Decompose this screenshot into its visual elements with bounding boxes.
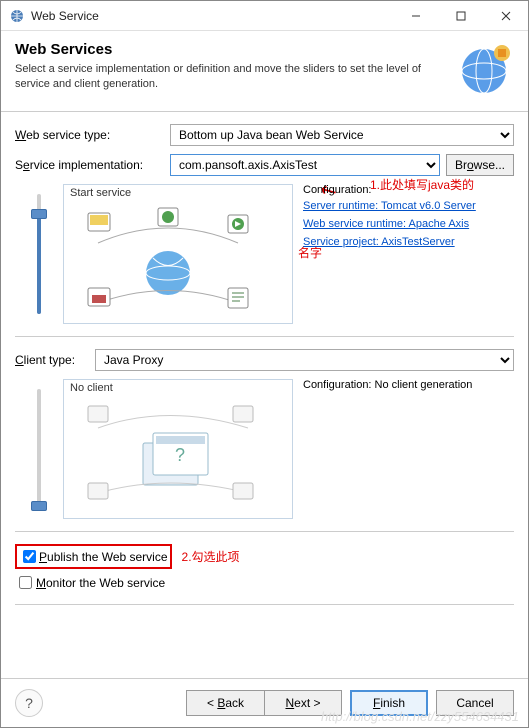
monitor-label[interactable]: Monitor the Web service (36, 576, 165, 590)
client-type-select[interactable]: Java Proxy (95, 349, 514, 371)
wizard-footer: ? < Back Next > Finish Cancel (1, 679, 528, 727)
close-button[interactable] (483, 1, 528, 30)
minimize-button[interactable] (393, 1, 438, 30)
divider (15, 336, 514, 337)
back-button[interactable]: < Back (186, 690, 264, 716)
page-description: Select a service implementation or defin… (15, 62, 454, 93)
server-runtime-link[interactable]: Server runtime: Tomcat v6.0 Server (303, 200, 514, 212)
config-label: Configuration:名字 (303, 184, 514, 196)
ws-runtime-link[interactable]: Web service runtime: Apache Axis (303, 218, 514, 230)
annotation-2: 2.勾选此项 (182, 548, 240, 565)
cancel-button[interactable]: Cancel (436, 690, 514, 716)
window-title: Web Service (31, 9, 393, 23)
wizard-content: Web service type: Bottom up Java bean We… (1, 112, 528, 679)
maximize-icon (456, 11, 466, 21)
app-icon (9, 8, 25, 24)
divider (15, 531, 514, 532)
client-type-label: Client type: (15, 353, 95, 367)
title-bar: Web Service (1, 1, 528, 31)
client-level-slider[interactable] (15, 379, 63, 519)
service-level-slider[interactable] (15, 184, 63, 324)
help-icon: ? (25, 695, 33, 711)
client-config-text: Configuration: No client generation (303, 379, 514, 391)
finish-button[interactable]: Finish (350, 690, 428, 716)
wizard-header: Web Services Select a service implementa… (1, 31, 528, 112)
next-button[interactable]: Next > (264, 690, 342, 716)
publish-checkbox[interactable] (23, 550, 36, 563)
close-icon (501, 11, 511, 21)
service-type-select[interactable]: Bottom up Java bean Web Service (170, 124, 514, 146)
help-button[interactable]: ? (15, 689, 43, 717)
page-title: Web Services (15, 41, 454, 58)
wizard-icon (454, 41, 514, 101)
client-diagram-title: No client (64, 380, 292, 396)
svg-text:?: ? (175, 445, 185, 465)
service-impl-select[interactable]: com.pansoft.axis.AxisTest (170, 154, 440, 176)
monitor-checkbox[interactable] (19, 576, 32, 589)
diagram-title: Start service (64, 185, 292, 201)
service-type-label: Web service type: (15, 128, 170, 142)
publish-label[interactable]: Publish the Web service (39, 550, 168, 564)
browse-button[interactable]: Browse... (446, 154, 514, 176)
minimize-icon (411, 11, 421, 21)
service-impl-label: Service implementation: (15, 158, 170, 172)
client-diagram: No client ? (63, 379, 293, 519)
divider (15, 604, 514, 605)
service-diagram: Start service (63, 184, 293, 324)
highlight-publish: Publish the Web service (15, 544, 172, 569)
annotation-1b: 名字 (298, 244, 322, 261)
maximize-button[interactable] (438, 1, 483, 30)
service-project-link[interactable]: Service project: AxisTestServer (303, 236, 514, 248)
